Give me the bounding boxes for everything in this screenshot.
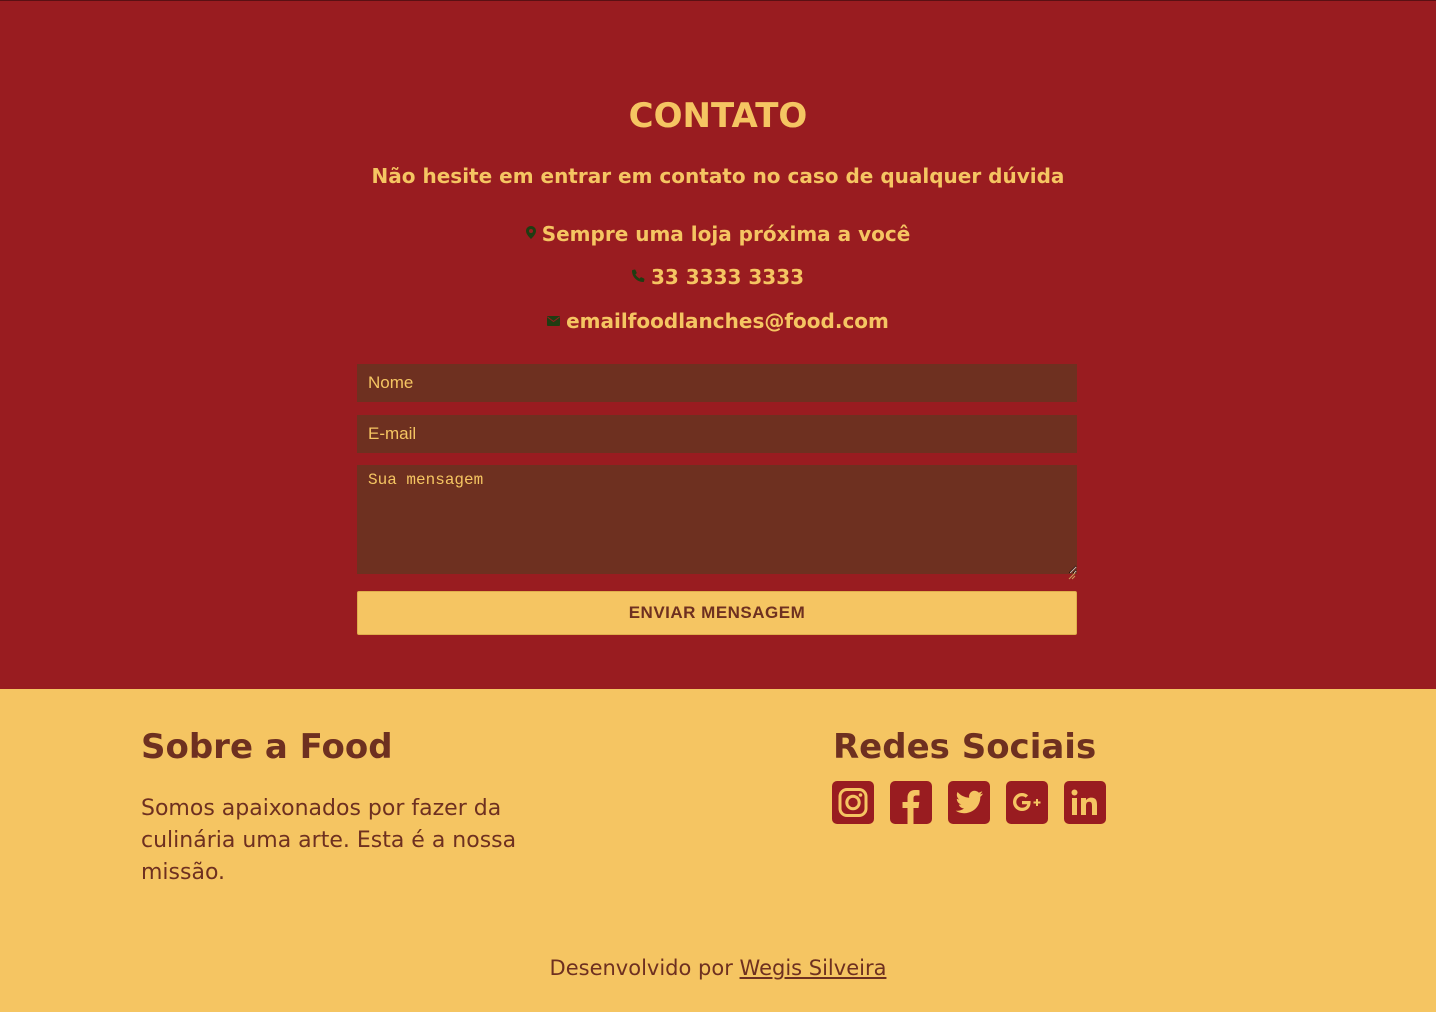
linkedin-icon[interactable] — [1064, 781, 1106, 824]
social-links — [832, 781, 1106, 824]
email-text: emailfoodlanches@food.com — [566, 309, 889, 333]
twitter-icon[interactable] — [948, 781, 990, 824]
send-message-button[interactable]: ENVIAR MENSAGEM — [357, 591, 1077, 635]
contact-section: CONTATO Não hesite em entrar em contato … — [0, 0, 1436, 689]
envelope-icon — [547, 307, 561, 331]
phone-icon — [631, 263, 645, 287]
about-text: Somos apaixonados por fazer da culinária… — [141, 796, 517, 885]
credit-prefix: Desenvolvido por — [549, 956, 733, 980]
email-input[interactable] — [357, 415, 1077, 453]
google-plus-icon[interactable] — [1006, 781, 1048, 824]
info-phone: 33 3333 3333 — [0, 265, 1436, 291]
facebook-icon[interactable] — [890, 781, 932, 824]
credit-line: Desenvolvido por Wegis Silveira — [0, 956, 1436, 980]
message-textarea[interactable] — [357, 465, 1077, 574]
author-link[interactable]: Wegis Silveira — [740, 956, 887, 980]
social-title: Redes Sociais — [833, 727, 1097, 767]
about-title: Sobre a Food — [141, 727, 393, 767]
map-marker-icon — [525, 220, 536, 244]
contact-subtitle: Não hesite em entrar em contato no caso … — [371, 164, 1065, 188]
contact-title: CONTATO — [628, 96, 808, 136]
name-input[interactable] — [357, 364, 1077, 402]
phone-text: 33 3333 3333 — [650, 265, 805, 289]
instagram-icon[interactable] — [832, 781, 874, 824]
info-address: Sempre uma loja próxima a você — [0, 222, 1436, 248]
textarea-resize-handle[interactable] — [1068, 565, 1076, 580]
info-email: emailfoodlanches@food.com — [0, 309, 1436, 335]
address-text: Sempre uma loja próxima a você — [541, 222, 911, 246]
